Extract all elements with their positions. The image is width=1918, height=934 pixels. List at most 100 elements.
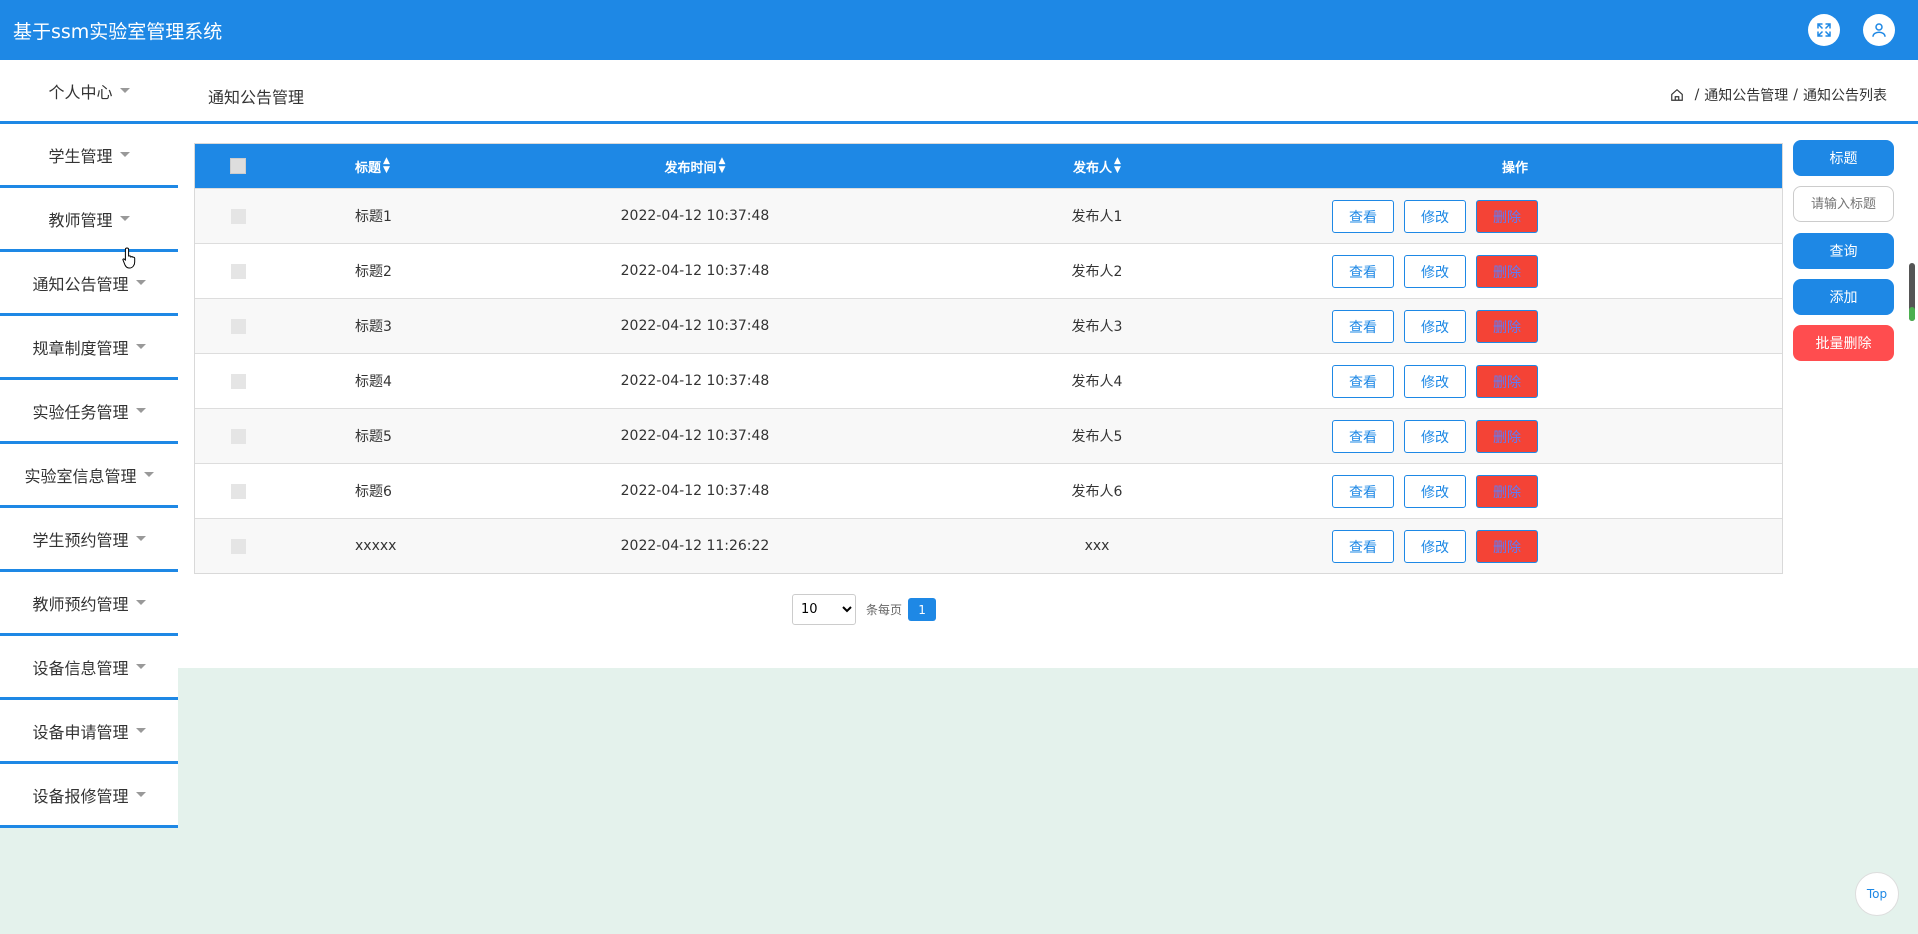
sidebar-item-equipment-info[interactable]: 设备信息管理 xyxy=(0,636,178,700)
delete-button[interactable]: 删除 xyxy=(1476,365,1538,398)
sidebar-item-student-booking[interactable]: 学生预约管理 xyxy=(0,508,178,572)
breadcrumb: / 通知公告管理 / 通知公告列表 xyxy=(1670,85,1887,105)
cell-publisher: 发布人4 xyxy=(1071,374,1123,390)
sidebar-item-label: 实验室信息管理 xyxy=(24,466,137,486)
delete-button[interactable]: 删除 xyxy=(1476,530,1538,563)
caret-down-icon xyxy=(119,88,130,93)
view-button[interactable]: 查看 xyxy=(1332,530,1394,563)
delete-button[interactable]: 删除 xyxy=(1476,475,1538,508)
pagination: 10 条每页 1 xyxy=(792,594,937,625)
view-button[interactable]: 查看 xyxy=(1332,310,1394,343)
sort-icon: ▲ ▼ xyxy=(1114,156,1121,175)
sidebar-item-equipment-apply[interactable]: 设备申请管理 xyxy=(0,700,178,764)
edit-button[interactable]: 修改 xyxy=(1404,310,1466,343)
column-header-title[interactable]: 标题 ▲ ▼ xyxy=(355,144,390,188)
fullscreen-icon[interactable] xyxy=(1808,14,1840,46)
cell-time: 2022-04-12 10:37:48 xyxy=(620,318,770,334)
column-header-ops: 操作 xyxy=(1501,160,1528,176)
row-checkbox[interactable] xyxy=(230,373,246,389)
table-row: 标题5 2022-04-12 10:37:48 发布人5 查看 修改 删除 xyxy=(195,408,1782,463)
cell-title: 标题5 xyxy=(355,429,392,445)
select-all-checkbox[interactable] xyxy=(230,158,246,174)
sidebar-item-students[interactable]: 学生管理 xyxy=(0,124,178,188)
home-icon[interactable] xyxy=(1670,88,1684,102)
caret-down-icon xyxy=(143,472,154,477)
cell-time: 2022-04-12 10:37:48 xyxy=(620,428,770,444)
sidebar-item-teacher-booking[interactable]: 教师预约管理 xyxy=(0,572,178,636)
add-button[interactable]: 添加 xyxy=(1793,279,1894,315)
sidebar-item-experiment-tasks[interactable]: 实验任务管理 xyxy=(0,380,178,444)
row-checkbox[interactable] xyxy=(230,538,246,554)
cell-time: 2022-04-12 11:26:22 xyxy=(620,538,770,554)
delete-button[interactable]: 删除 xyxy=(1476,310,1538,343)
view-button[interactable]: 查看 xyxy=(1332,475,1394,508)
per-page-label: 条每页 xyxy=(866,603,903,617)
page-button-current[interactable]: 1 xyxy=(908,598,937,621)
edit-button[interactable]: 修改 xyxy=(1404,200,1466,233)
sidebar-item-lab-info[interactable]: 实验室信息管理 xyxy=(0,444,178,508)
caret-down-icon xyxy=(135,728,146,733)
cell-title: 标题4 xyxy=(355,374,392,390)
edit-button[interactable]: 修改 xyxy=(1404,420,1466,453)
edit-button[interactable]: 修改 xyxy=(1404,255,1466,288)
view-button[interactable]: 查看 xyxy=(1332,200,1394,233)
table-row: 标题6 2022-04-12 10:37:48 发布人6 查看 修改 删除 xyxy=(195,463,1782,518)
main-content: 通知公告管理 / 通知公告管理 / 通知公告列表 标题 ▲ ▼ 发布时间 ▲ ▼ 发布人… xyxy=(178,60,1918,668)
pointer-cursor-icon xyxy=(122,247,136,269)
caret-down-icon xyxy=(135,792,146,797)
breadcrumb-item-notices[interactable]: 通知公告管理 xyxy=(1704,85,1788,105)
page-size-select[interactable]: 10 xyxy=(792,594,856,625)
column-header-publisher[interactable]: 发布人 ▲ ▼ xyxy=(1037,144,1157,188)
caret-down-icon xyxy=(135,344,146,349)
delete-button[interactable]: 删除 xyxy=(1476,255,1538,288)
view-button[interactable]: 查看 xyxy=(1332,365,1394,398)
caret-down-icon xyxy=(135,408,146,413)
sidebar-item-label: 个人中心 xyxy=(48,82,113,102)
sidebar-item-teachers[interactable]: 教师管理 xyxy=(0,188,178,252)
sidebar-item-label: 学生预约管理 xyxy=(32,530,129,550)
view-button[interactable]: 查看 xyxy=(1332,420,1394,453)
sort-icon: ▲ ▼ xyxy=(383,156,390,175)
user-icon[interactable] xyxy=(1863,14,1895,46)
sidebar-item-personal-center[interactable]: 个人中心 xyxy=(0,60,178,124)
row-checkbox[interactable] xyxy=(230,208,246,224)
cell-time: 2022-04-12 10:37:48 xyxy=(620,208,770,224)
scroll-indicator[interactable] xyxy=(1909,263,1915,321)
cell-publisher: 发布人1 xyxy=(1071,209,1123,225)
top-bar: 基于ssm实验室管理系统 xyxy=(0,0,1918,60)
edit-button[interactable]: 修改 xyxy=(1404,530,1466,563)
search-title-label: 标题 xyxy=(1793,140,1894,176)
sidebar-item-notices[interactable]: 通知公告管理 xyxy=(0,252,178,316)
caret-down-icon xyxy=(135,536,146,541)
caret-down-icon xyxy=(119,216,130,221)
cell-publisher: 发布人5 xyxy=(1071,429,1123,445)
sidebar-item-equipment-repair[interactable]: 设备报修管理 xyxy=(0,764,178,828)
query-button[interactable]: 查询 xyxy=(1793,233,1894,269)
cell-title: xxxxx xyxy=(355,538,397,554)
cell-time: 2022-04-12 10:37:48 xyxy=(620,373,770,389)
view-button[interactable]: 查看 xyxy=(1332,255,1394,288)
edit-button[interactable]: 修改 xyxy=(1404,475,1466,508)
row-checkbox[interactable] xyxy=(230,483,246,499)
cell-title: 标题2 xyxy=(355,264,392,280)
row-checkbox[interactable] xyxy=(230,263,246,279)
page-header: 通知公告管理 / 通知公告管理 / 通知公告列表 xyxy=(178,60,1918,124)
sidebar-item-regulations[interactable]: 规章制度管理 xyxy=(0,316,178,380)
delete-button[interactable]: 删除 xyxy=(1476,200,1538,233)
row-checkbox[interactable] xyxy=(230,318,246,334)
back-to-top-button[interactable]: Top xyxy=(1855,872,1899,916)
batch-delete-button[interactable]: 批量删除 xyxy=(1793,325,1894,361)
column-publisher-label: 发布人 xyxy=(1073,160,1113,176)
caret-down-icon xyxy=(135,280,146,285)
column-header-time[interactable]: 发布时间 ▲ ▼ xyxy=(545,144,845,188)
sidebar-item-label: 设备报修管理 xyxy=(32,786,129,806)
row-checkbox[interactable] xyxy=(230,428,246,444)
cell-publisher: 发布人2 xyxy=(1071,264,1123,280)
caret-down-icon xyxy=(135,600,146,605)
table-row: 标题4 2022-04-12 10:37:48 发布人4 查看 修改 删除 xyxy=(195,353,1782,408)
edit-button[interactable]: 修改 xyxy=(1404,365,1466,398)
sidebar: 个人中心 学生管理 教师管理 通知公告管理 规章制度管理 实验任务管理 实验室信… xyxy=(0,60,178,828)
sidebar-item-label: 实验任务管理 xyxy=(32,402,129,422)
title-search-input[interactable] xyxy=(1793,186,1894,222)
delete-button[interactable]: 删除 xyxy=(1476,420,1538,453)
